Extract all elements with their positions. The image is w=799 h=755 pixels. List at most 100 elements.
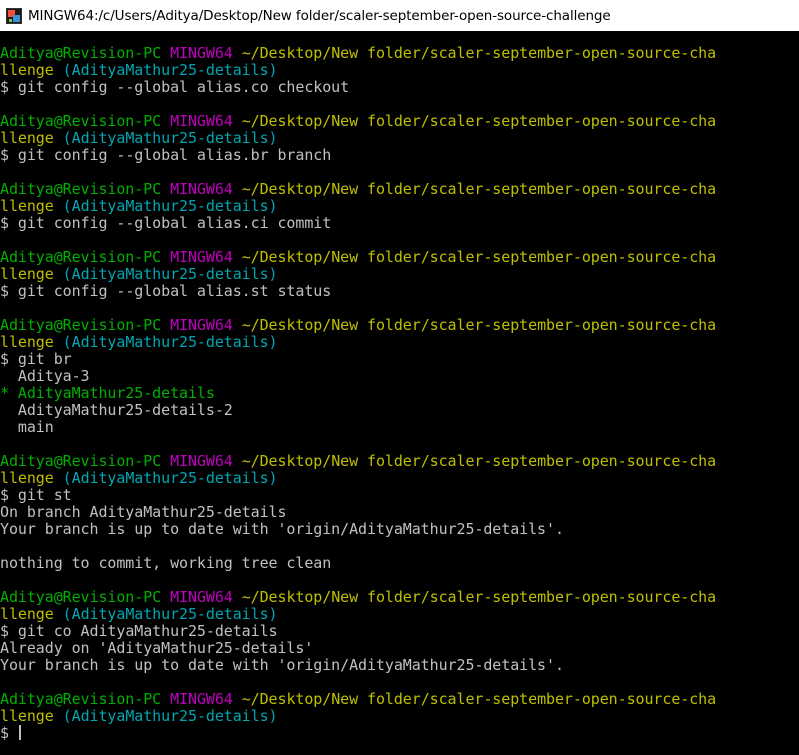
output-line: Your branch is up to date with 'origin/A… bbox=[0, 657, 799, 674]
prompt-path: ~/Desktop/New folder/scaler-september-op… bbox=[241, 588, 717, 606]
prompt-line-wrap: llenge (AdityaMathur25-details) bbox=[0, 198, 799, 215]
prompt-path-wrap: llenge bbox=[0, 197, 54, 215]
prompt-line-wrap: llenge (AdityaMathur25-details) bbox=[0, 62, 799, 79]
output-text: * AdityaMathur25-details bbox=[0, 384, 215, 402]
terminal-output[interactable]: Aditya@Revision-PC MINGW64 ~/Desktop/New… bbox=[0, 45, 799, 755]
output-text: nothing to commit, working tree clean bbox=[0, 554, 332, 572]
prompt-symbol: $ bbox=[0, 486, 9, 504]
output-line: Already on 'AdityaMathur25-details' bbox=[0, 640, 799, 657]
prompt-env: MINGW64 bbox=[170, 588, 233, 606]
prompt-path-wrap: llenge bbox=[0, 605, 54, 623]
prompt-path: ~/Desktop/New folder/scaler-september-op… bbox=[241, 180, 717, 198]
command-line: $ git config --global alias.st status bbox=[0, 283, 799, 300]
prompt-line-wrap: llenge (AdityaMathur25-details) bbox=[0, 470, 799, 487]
prompt-symbol: $ bbox=[0, 78, 9, 96]
prompt-symbol: $ bbox=[0, 622, 9, 640]
prompt-git-branch: (AdityaMathur25-details) bbox=[62, 333, 278, 351]
command-text: git config --global alias.ci commit bbox=[17, 214, 332, 232]
prompt-path: ~/Desktop/New folder/scaler-september-op… bbox=[241, 45, 717, 62]
prompt-line-wrap: llenge (AdityaMathur25-details) bbox=[0, 266, 799, 283]
prompt-env: MINGW64 bbox=[170, 316, 233, 334]
prompt-git-branch: (AdityaMathur25-details) bbox=[62, 469, 278, 487]
command-line: $ git config --global alias.co checkout bbox=[0, 79, 799, 96]
prompt-line: Aditya@Revision-PC MINGW64 ~/Desktop/New… bbox=[0, 45, 799, 62]
prompt-user-host: Aditya@Revision-PC bbox=[0, 45, 162, 62]
command-text: git config --global alias.br branch bbox=[17, 146, 332, 164]
command-text: git config --global alias.co checkout bbox=[17, 78, 350, 96]
command-line: $ git st bbox=[0, 487, 799, 504]
output-text: main bbox=[0, 418, 54, 436]
command-line: $ git co AdityaMathur25-details bbox=[0, 623, 799, 640]
command-line: $ git config --global alias.br branch bbox=[0, 147, 799, 164]
prompt-line: Aditya@Revision-PC MINGW64 ~/Desktop/New… bbox=[0, 113, 799, 130]
active-command-line[interactable]: $ bbox=[0, 725, 799, 742]
prompt-git-branch: (AdityaMathur25-details) bbox=[62, 707, 278, 725]
current-branch-line: * AdityaMathur25-details bbox=[0, 385, 799, 402]
prompt-user-host: Aditya@Revision-PC bbox=[0, 248, 162, 266]
prompt-env: MINGW64 bbox=[170, 112, 233, 130]
prompt-symbol: $ bbox=[0, 724, 9, 742]
prompt-git-branch: (AdityaMathur25-details) bbox=[62, 265, 278, 283]
command-line: $ git br bbox=[0, 351, 799, 368]
prompt-line: Aditya@Revision-PC MINGW64 ~/Desktop/New… bbox=[0, 317, 799, 334]
prompt-env: MINGW64 bbox=[170, 690, 233, 708]
prompt-path: ~/Desktop/New folder/scaler-september-op… bbox=[241, 452, 717, 470]
prompt-env: MINGW64 bbox=[170, 45, 233, 62]
prompt-path-wrap: llenge bbox=[0, 265, 54, 283]
output-line: main bbox=[0, 419, 799, 436]
prompt-symbol: $ bbox=[0, 350, 9, 368]
prompt-user-host: Aditya@Revision-PC bbox=[0, 180, 162, 198]
prompt-env: MINGW64 bbox=[170, 248, 233, 266]
output-text: AdityaMathur25-details-2 bbox=[0, 401, 233, 419]
title-bar[interactable]: MINGW64:/c/Users/Aditya/Desktop/New fold… bbox=[0, 0, 799, 31]
prompt-line-wrap: llenge (AdityaMathur25-details) bbox=[0, 130, 799, 147]
output-line: Aditya-3 bbox=[0, 368, 799, 385]
prompt-line: Aditya@Revision-PC MINGW64 ~/Desktop/New… bbox=[0, 249, 799, 266]
prompt-line: Aditya@Revision-PC MINGW64 ~/Desktop/New… bbox=[0, 691, 799, 708]
prompt-line-wrap: llenge (AdityaMathur25-details) bbox=[0, 334, 799, 351]
prompt-env: MINGW64 bbox=[170, 180, 233, 198]
window-title: MINGW64:/c/Users/Aditya/Desktop/New fold… bbox=[28, 7, 611, 24]
prompt-env: MINGW64 bbox=[170, 452, 233, 470]
prompt-user-host: Aditya@Revision-PC bbox=[0, 690, 162, 708]
prompt-git-branch: (AdityaMathur25-details) bbox=[62, 197, 278, 215]
output-text: Already on 'AdityaMathur25-details' bbox=[0, 639, 314, 657]
terminal-window: MINGW64:/c/Users/Aditya/Desktop/New fold… bbox=[0, 0, 799, 755]
output-text: On branch AdityaMathur25-details bbox=[0, 503, 287, 521]
command-text: git config --global alias.st status bbox=[17, 282, 332, 300]
prompt-path: ~/Desktop/New folder/scaler-september-op… bbox=[241, 248, 717, 266]
output-line: On branch AdityaMathur25-details bbox=[0, 504, 799, 521]
text-cursor bbox=[18, 725, 21, 740]
prompt-symbol: $ bbox=[0, 282, 9, 300]
prompt-line-wrap: llenge (AdityaMathur25-details) bbox=[0, 708, 799, 725]
prompt-git-branch: (AdityaMathur25-details) bbox=[62, 605, 278, 623]
command-text: git br bbox=[17, 350, 72, 368]
prompt-path-wrap: llenge bbox=[0, 129, 54, 147]
output-text: Your branch is up to date with 'origin/A… bbox=[0, 520, 564, 538]
command-text: git co AdityaMathur25-details bbox=[17, 622, 278, 640]
prompt-path: ~/Desktop/New folder/scaler-september-op… bbox=[241, 316, 717, 334]
prompt-symbol: $ bbox=[0, 214, 9, 232]
prompt-user-host: Aditya@Revision-PC bbox=[0, 588, 162, 606]
prompt-user-host: Aditya@Revision-PC bbox=[0, 316, 162, 334]
prompt-user-host: Aditya@Revision-PC bbox=[0, 112, 162, 130]
output-line: Your branch is up to date with 'origin/A… bbox=[0, 521, 799, 538]
output-line: nothing to commit, working tree clean bbox=[0, 555, 799, 572]
output-text: Your branch is up to date with 'origin/A… bbox=[0, 656, 564, 674]
prompt-path-wrap: llenge bbox=[0, 61, 54, 79]
output-text: Aditya-3 bbox=[0, 367, 90, 385]
prompt-line: Aditya@Revision-PC MINGW64 ~/Desktop/New… bbox=[0, 181, 799, 198]
prompt-line: Aditya@Revision-PC MINGW64 ~/Desktop/New… bbox=[0, 589, 799, 606]
output-line: AdityaMathur25-details-2 bbox=[0, 402, 799, 419]
prompt-line: Aditya@Revision-PC MINGW64 ~/Desktop/New… bbox=[0, 453, 799, 470]
prompt-git-branch: (AdityaMathur25-details) bbox=[62, 129, 278, 147]
command-line: $ git config --global alias.ci commit bbox=[0, 215, 799, 232]
prompt-path-wrap: llenge bbox=[0, 333, 54, 351]
